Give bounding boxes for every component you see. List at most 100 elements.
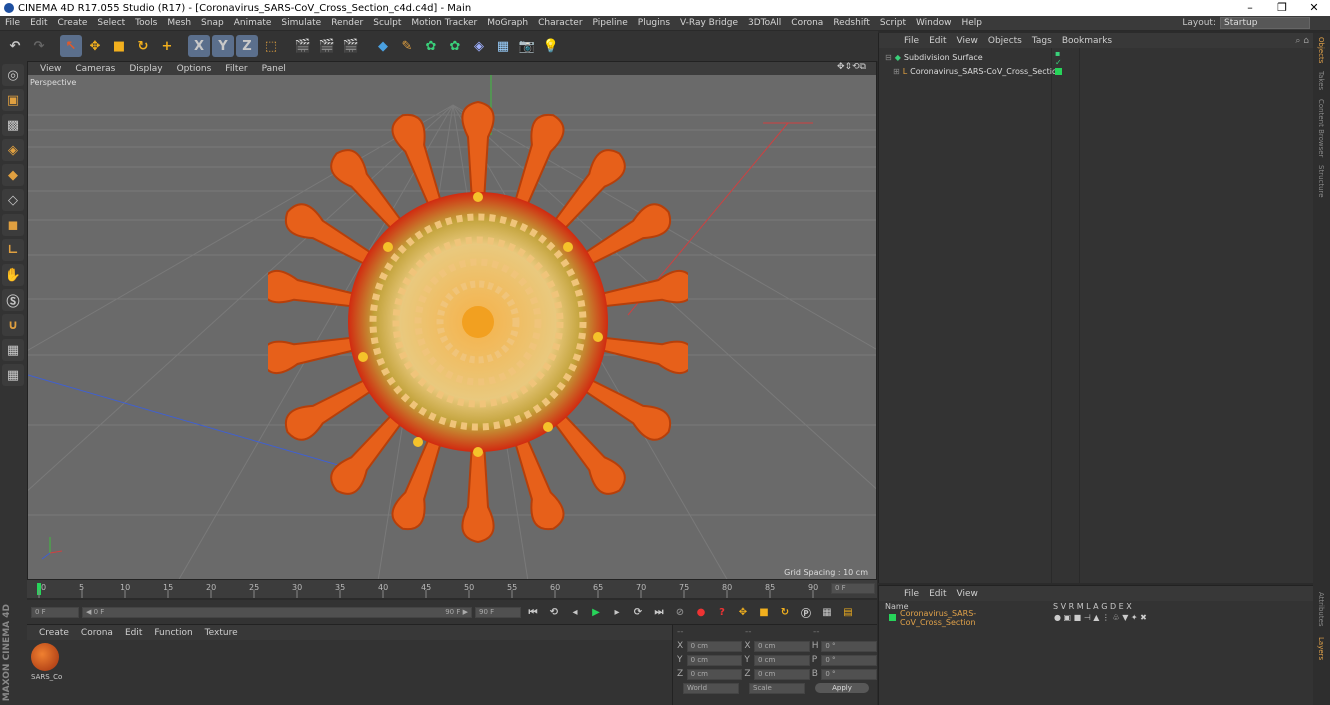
tab-attributes[interactable]: Attributes <box>1313 588 1329 631</box>
workplane-mode-icon[interactable]: ◈ <box>2 139 24 161</box>
render-settings-icon[interactable]: 🎬 <box>340 35 362 57</box>
tab-layers[interactable]: Layers <box>1313 633 1329 664</box>
current-frame-field[interactable]: 0 F <box>831 583 875 594</box>
edges-mode-icon[interactable]: ◇ <box>2 189 24 211</box>
viewport-menu-cameras[interactable]: Cameras <box>69 64 121 74</box>
menu-snap[interactable]: Snap <box>196 18 229 28</box>
object-row-subdivision[interactable]: ⊟ ◆ Subdivision Surface ▪ ✓ <box>885 49 1062 67</box>
menu-window[interactable]: Window <box>911 18 957 28</box>
rotate-tool-icon[interactable]: ↻ <box>132 35 154 57</box>
timeline-ruler[interactable]: 0 5 10 15 20 25 30 35 40 45 50 55 60 65 … <box>27 580 877 598</box>
floor-scene-icon[interactable]: ▦ <box>492 35 514 57</box>
material-swatch[interactable]: SARS_Co <box>31 643 63 681</box>
menu-simulate[interactable]: Simulate <box>276 18 326 28</box>
layout-dropdown[interactable]: Startup <box>1220 17 1310 29</box>
record-icon[interactable]: ● <box>692 603 710 621</box>
object-row-coronavirus[interactable]: ⊞ L Coronavirus_SARS-CoV_Cross_Section <box>893 65 1062 78</box>
layers-menu-view[interactable]: View <box>952 589 983 599</box>
keyframe-selection-icon[interactable]: ⊘ <box>671 603 689 621</box>
position-y-field[interactable]: 0 cm <box>686 654 743 666</box>
menu-animate[interactable]: Animate <box>229 18 277 28</box>
menu-edit[interactable]: Edit <box>25 18 52 28</box>
material-menu-function[interactable]: Function <box>148 628 198 638</box>
coordinate-system-icon[interactable]: ⬚ <box>260 35 282 57</box>
key-pla-icon[interactable]: ▦ <box>818 603 836 621</box>
z-axis-lock-icon[interactable]: Z <box>236 35 258 57</box>
polygons-mode-icon[interactable]: ◼ <box>2 214 24 236</box>
magnet-icon[interactable]: ∪ <box>2 314 24 336</box>
array-icon[interactable]: ✿ <box>444 35 466 57</box>
move-tool-icon[interactable]: ✥ <box>84 35 106 57</box>
material-menu-texture[interactable]: Texture <box>199 628 244 638</box>
objects-menu-bookmarks[interactable]: Bookmarks <box>1057 36 1117 46</box>
material-menu-edit[interactable]: Edit <box>119 628 148 638</box>
restore-button[interactable]: ❐ <box>1266 0 1298 16</box>
end-frame-field[interactable]: 90 F <box>475 606 521 618</box>
tab-content-browser[interactable]: Content Browser <box>1313 95 1329 161</box>
material-menu-create[interactable]: Create <box>33 628 75 638</box>
camera-icon[interactable]: 📷 <box>516 35 538 57</box>
previous-frame-icon[interactable]: ◂ <box>566 603 584 621</box>
objects-menu-objects[interactable]: Objects <box>983 36 1027 46</box>
render-view-icon[interactable]: 🎬 <box>292 35 314 57</box>
viewport-menu-view[interactable]: View <box>34 64 67 74</box>
menu-3dtoall[interactable]: 3DToAll <box>743 18 786 28</box>
menu-sculpt[interactable]: Sculpt <box>368 18 406 28</box>
menu-file[interactable]: File <box>0 18 25 28</box>
objects-menu-view[interactable]: View <box>952 36 983 46</box>
viewport-menu-panel[interactable]: Panel <box>256 64 292 74</box>
rotation-p-field[interactable]: 0 ° <box>821 654 878 666</box>
viewport-menu-options[interactable]: Options <box>171 64 218 74</box>
autokey-icon[interactable]: ? <box>713 603 731 621</box>
objects-menu-tags[interactable]: Tags <box>1027 36 1057 46</box>
coord-mode-dropdown[interactable]: Scale <box>749 682 805 694</box>
x-axis-lock-icon[interactable]: X <box>188 35 210 57</box>
lock-workplane-icon[interactable]: ▦ <box>2 339 24 361</box>
light-icon[interactable]: 💡 <box>540 35 562 57</box>
frame-range-slider[interactable]: ◀ 0 F 90 F ▶ <box>82 606 472 618</box>
layers-menu-file[interactable]: File <box>899 589 924 599</box>
key-rotation-icon[interactable]: ↻ <box>776 603 794 621</box>
points-mode-icon[interactable]: ◆ <box>2 164 24 186</box>
tab-takes[interactable]: Takes <box>1313 67 1329 94</box>
texture-mode-icon[interactable]: ▩ <box>2 114 24 136</box>
key-parameter-icon[interactable]: Ⓟ <box>797 603 815 621</box>
model-mode-icon[interactable]: ▣ <box>2 89 24 111</box>
objects-menu-file[interactable]: File <box>899 36 924 46</box>
menu-redshift[interactable]: Redshift <box>828 18 875 28</box>
position-x-field[interactable]: 0 cm <box>686 640 743 652</box>
menu-pipeline[interactable]: Pipeline <box>588 18 633 28</box>
render-picture-viewer-icon[interactable]: 🎬 <box>316 35 338 57</box>
undo-icon[interactable]: ↶ <box>4 35 26 57</box>
go-to-end-icon[interactable]: ⏭ <box>650 603 668 621</box>
key-position-icon[interactable]: ✥ <box>734 603 752 621</box>
tab-objects[interactable]: Objects <box>1313 33 1329 67</box>
material-menu-corona[interactable]: Corona <box>75 628 119 638</box>
nurbs-icon[interactable]: ✿ <box>420 35 442 57</box>
viewport-nav-icons[interactable]: ✥⇕⟲⧉ <box>831 62 872 72</box>
select-tool-icon[interactable]: ↖ <box>60 35 82 57</box>
scale-x-field[interactable]: 0 cm <box>754 640 810 652</box>
menu-character[interactable]: Character <box>533 18 587 28</box>
cube-primitive-icon[interactable]: ◆ <box>372 35 394 57</box>
menu-tools[interactable]: Tools <box>130 18 162 28</box>
timeline-window-icon[interactable]: ▤ <box>839 603 857 621</box>
menu-mesh[interactable]: Mesh <box>162 18 196 28</box>
object-manager-search-icon[interactable]: ⌕ ⌂ <box>1290 36 1313 46</box>
scale-z-field[interactable]: 0 cm <box>754 668 810 680</box>
layer-color-swatch[interactable] <box>889 614 896 621</box>
apply-button[interactable]: Apply <box>815 683 869 693</box>
viewport-menu-filter[interactable]: Filter <box>219 64 253 74</box>
menu-vray-bridge[interactable]: V-Ray Bridge <box>675 18 743 28</box>
menu-corona[interactable]: Corona <box>786 18 828 28</box>
menu-script[interactable]: Script <box>875 18 911 28</box>
viewport-menu-display[interactable]: Display <box>123 64 168 74</box>
scale-tool-icon[interactable]: ■ <box>108 35 130 57</box>
y-axis-lock-icon[interactable]: Y <box>212 35 234 57</box>
snapping-icon[interactable]: Ⓢ <box>2 289 24 311</box>
key-scale-icon[interactable]: ■ <box>755 603 773 621</box>
objects-menu-edit[interactable]: Edit <box>924 36 951 46</box>
rotation-b-field[interactable]: 0 ° <box>821 668 878 680</box>
expand-icon[interactable]: ⊟ <box>885 53 892 62</box>
layer-flag-icons[interactable]: ● ▣ ■ ⊣ ▲ ⋮ ♧ ▼ ✦ ✖ <box>1054 613 1147 622</box>
